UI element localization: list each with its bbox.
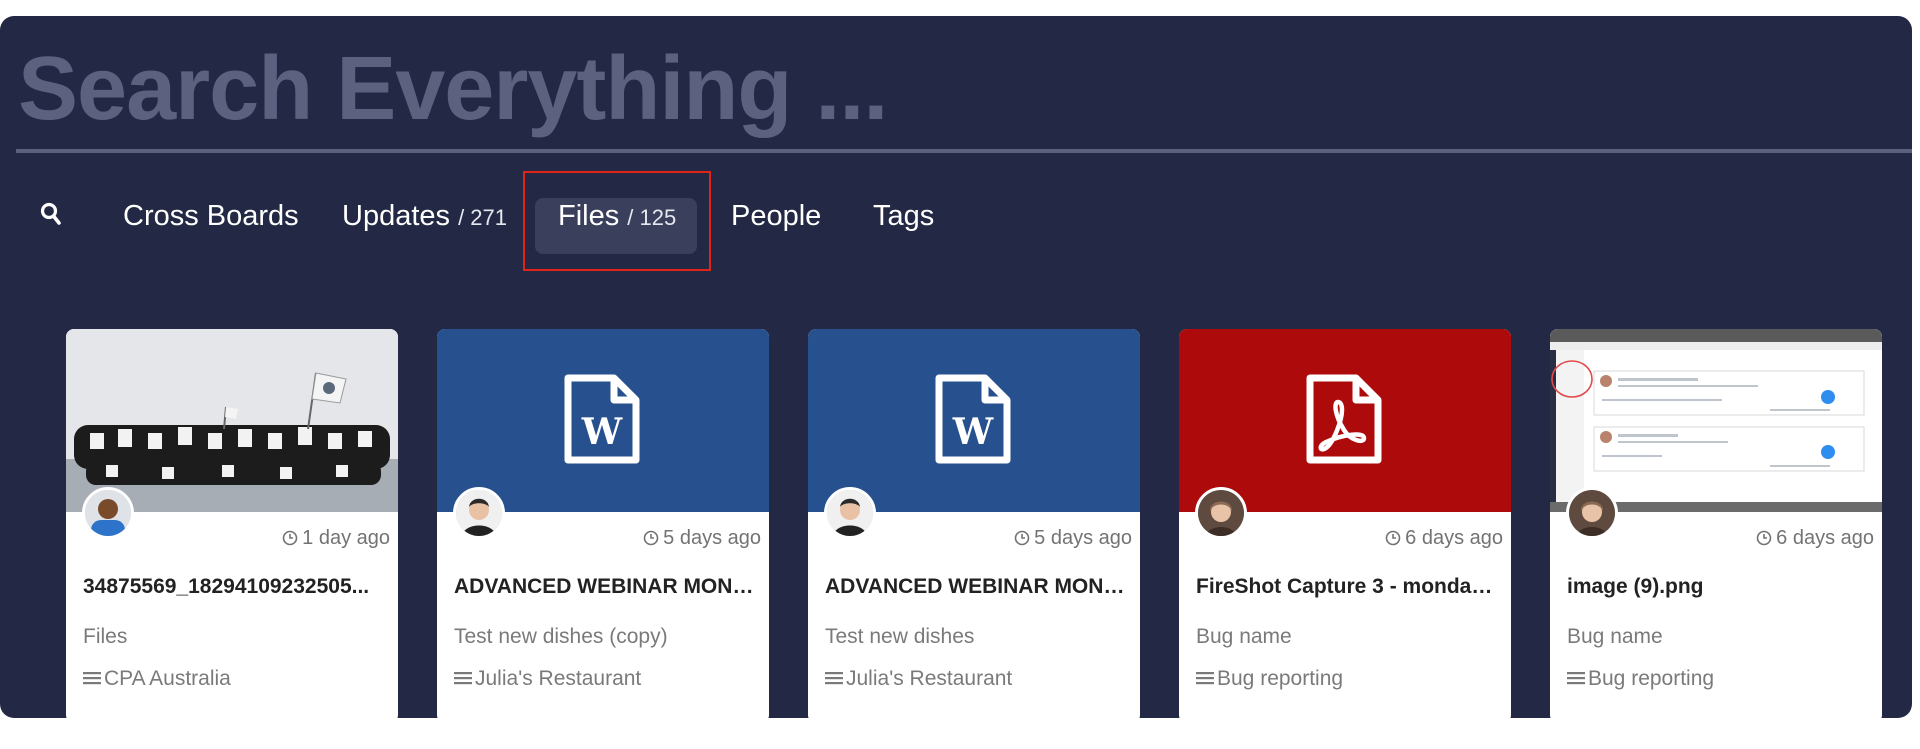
board-label: Bug reporting xyxy=(1588,667,1715,690)
tab-label: People xyxy=(731,200,822,232)
board-label: CPA Australia xyxy=(104,667,231,690)
tab-count: / 271 xyxy=(458,205,508,230)
file-card[interactable]: 1 day ago 34875569_18294109232505... Fil… xyxy=(66,329,398,718)
board-name: Bug reporting xyxy=(1567,667,1714,691)
board-name: Julia's Restaurant xyxy=(454,667,641,691)
board-label: Julia's Restaurant xyxy=(475,667,642,690)
file-name: FireShot Capture 3 - monday ... xyxy=(1196,575,1496,598)
clock-icon xyxy=(643,530,659,546)
file-name: image (9).png xyxy=(1567,575,1704,598)
word-file-icon: W xyxy=(935,374,1011,464)
user-avatar[interactable] xyxy=(1566,487,1618,539)
tab-label: Updates xyxy=(342,200,451,232)
tab-count: / 125 xyxy=(627,205,677,230)
search-divider xyxy=(16,149,1912,153)
svg-text:W: W xyxy=(952,411,994,453)
file-timestamp: 6 days ago xyxy=(1756,527,1874,550)
tab-updates[interactable]: Updates / 271 xyxy=(342,171,507,261)
time-text: 5 days ago xyxy=(663,527,761,549)
file-thumbnail: W xyxy=(437,329,769,512)
board-label: Julia's Restaurant xyxy=(846,667,1013,690)
user-avatar[interactable] xyxy=(453,487,505,539)
tab-people[interactable]: People xyxy=(731,171,821,261)
avatar-image xyxy=(1198,490,1244,536)
search-tabs: Cross Boards Updates / 271 Files / 125 P… xyxy=(0,171,1912,271)
board-list-icon xyxy=(1196,672,1214,685)
file-timestamp: 1 day ago xyxy=(282,527,390,550)
search-icon xyxy=(40,202,61,225)
pdf-file-icon xyxy=(1306,374,1382,464)
search-tab[interactable] xyxy=(40,171,70,261)
tab-label: Tags xyxy=(873,200,935,232)
file-timestamp: 6 days ago xyxy=(1385,527,1503,550)
word-file-icon: W xyxy=(564,374,640,464)
file-thumbnail: W xyxy=(808,329,1140,512)
search-input[interactable]: Search Everything ... xyxy=(18,34,888,144)
file-card[interactable]: 6 days ago image (9).png Bug name Bug re… xyxy=(1550,329,1882,718)
file-thumbnail-photo xyxy=(66,329,398,512)
avatar-image xyxy=(85,490,131,536)
tab-label: Files xyxy=(558,200,620,232)
board-list-icon xyxy=(454,672,472,685)
clock-icon xyxy=(1385,530,1401,546)
clock-icon xyxy=(1756,530,1772,546)
item-name: Test new dishes xyxy=(825,625,975,648)
search-panel: Search Everything ... Cross Boards Updat… xyxy=(0,16,1912,718)
board-name: Bug reporting xyxy=(1196,667,1343,691)
board-list-icon xyxy=(83,672,101,685)
avatar-image xyxy=(1569,490,1615,536)
item-name: Bug name xyxy=(1567,625,1663,648)
svg-text:W: W xyxy=(581,411,623,453)
time-text: 6 days ago xyxy=(1405,527,1503,549)
file-card[interactable]: 6 days ago FireShot Capture 3 - monday .… xyxy=(1179,329,1511,718)
file-timestamp: 5 days ago xyxy=(643,527,761,550)
screenshot-preview-image xyxy=(1550,329,1882,512)
board-name: CPA Australia xyxy=(83,667,231,691)
user-avatar[interactable] xyxy=(1195,487,1247,539)
board-name: Julia's Restaurant xyxy=(825,667,1012,691)
avatar-image xyxy=(456,490,502,536)
time-text: 1 day ago xyxy=(302,527,390,549)
board-list-icon xyxy=(825,672,843,685)
tab-cross-boards[interactable]: Cross Boards xyxy=(123,171,299,261)
file-thumbnail-screenshot xyxy=(1550,329,1882,512)
file-timestamp: 5 days ago xyxy=(1014,527,1132,550)
user-avatar[interactable] xyxy=(82,487,134,539)
file-card[interactable]: W 5 days ago ADVANCED WEBINAR MOND... Te… xyxy=(808,329,1140,718)
file-name: ADVANCED WEBINAR MOND... xyxy=(454,575,754,598)
clock-icon xyxy=(282,530,298,546)
user-avatar[interactable] xyxy=(824,487,876,539)
avatar-image xyxy=(827,490,873,536)
item-name: Bug name xyxy=(1196,625,1292,648)
board-label: Bug reporting xyxy=(1217,667,1344,690)
tab-tags[interactable]: Tags xyxy=(873,171,934,261)
time-text: 5 days ago xyxy=(1034,527,1132,549)
clock-icon xyxy=(1014,530,1030,546)
tab-label: Cross Boards xyxy=(123,200,299,232)
file-card[interactable]: W 5 days ago ADVANCED WEBINAR MOND... Te… xyxy=(437,329,769,718)
group-photo-image xyxy=(66,329,398,512)
file-name: 34875569_18294109232505... xyxy=(83,575,370,598)
board-list-icon xyxy=(1567,672,1585,685)
item-name: Files xyxy=(83,625,128,648)
time-text: 6 days ago xyxy=(1776,527,1874,549)
file-name: ADVANCED WEBINAR MOND... xyxy=(825,575,1125,598)
file-thumbnail xyxy=(1179,329,1511,512)
item-name: Test new dishes (copy) xyxy=(454,625,668,648)
tab-files[interactable]: Files / 125 xyxy=(558,171,676,261)
